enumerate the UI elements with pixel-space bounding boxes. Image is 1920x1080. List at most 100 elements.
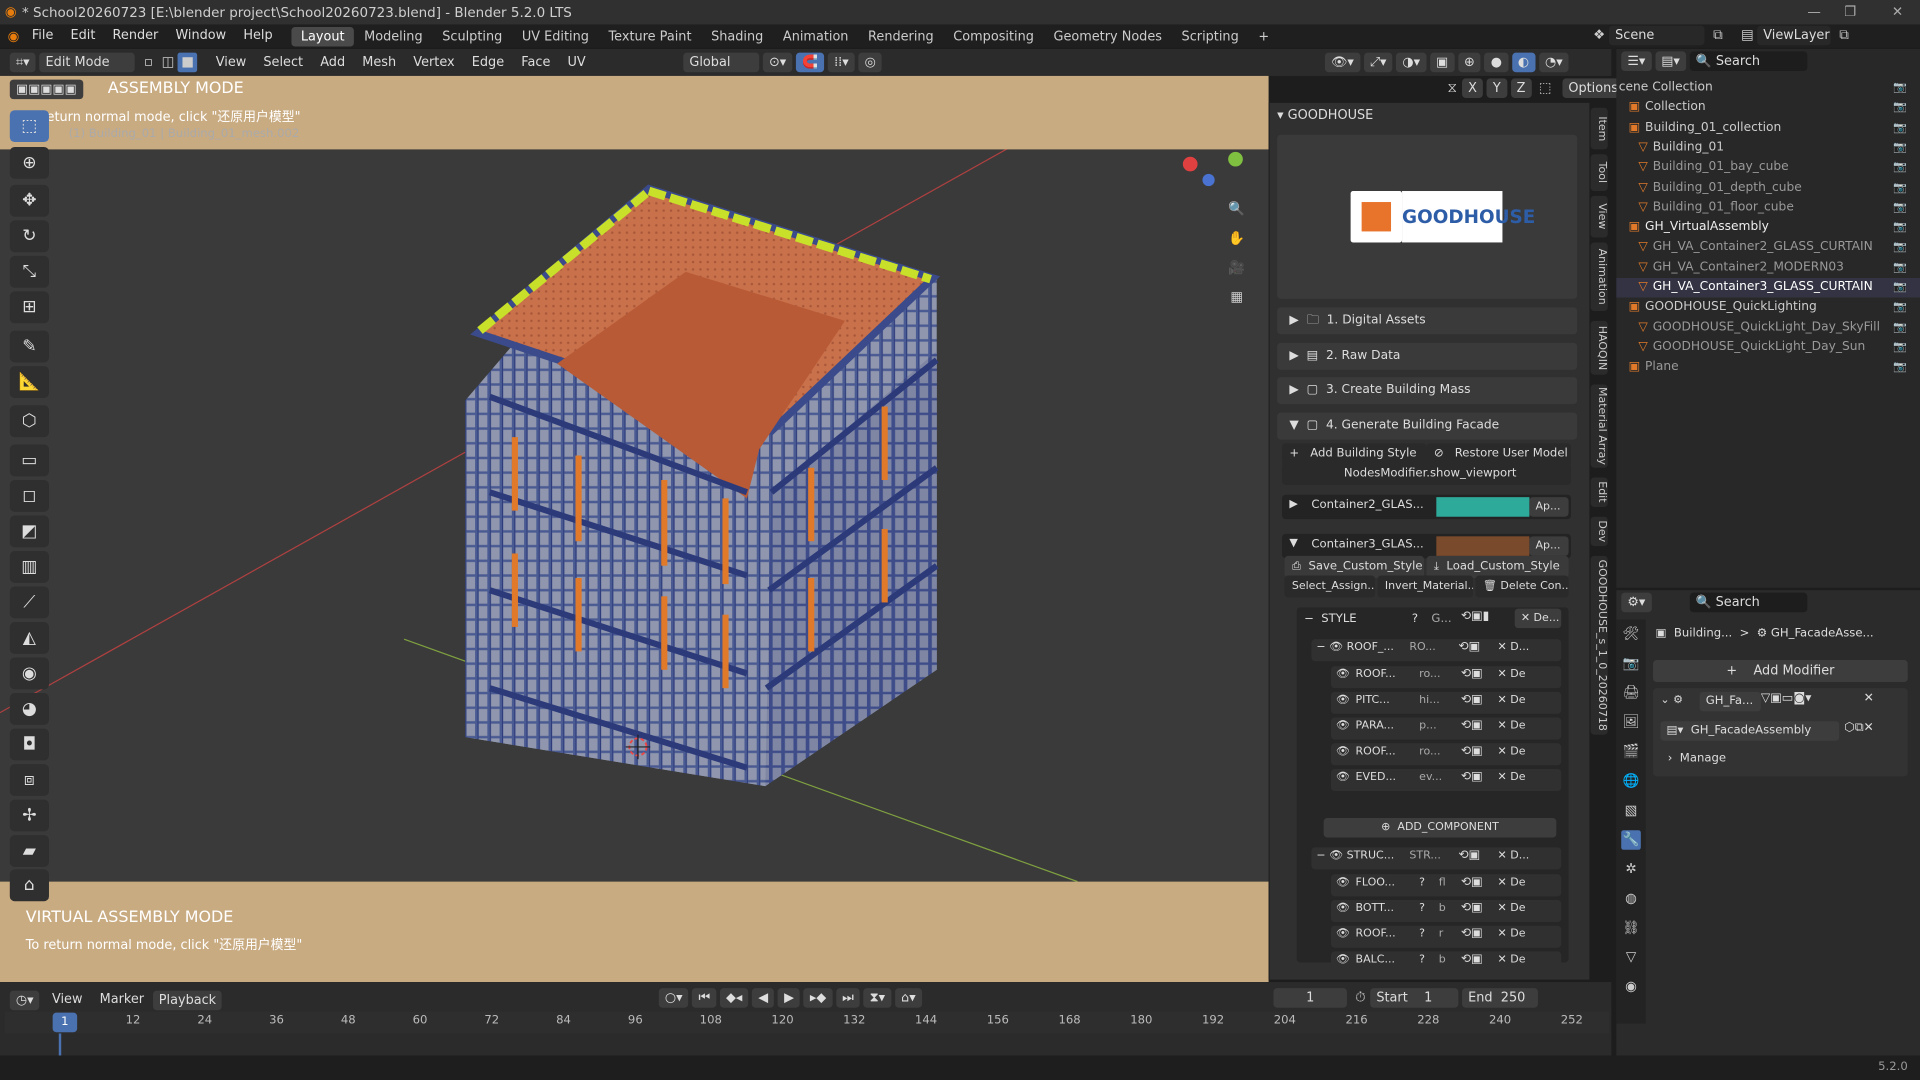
tab-rendering[interactable]: Rendering <box>858 27 943 47</box>
outliner-item[interactable]: ▽ GOODHOUSE_QuickLight_Day_Sun 📷 <box>1616 338 1920 358</box>
component-actions-icons[interactable]: ⟲▣ <box>1461 876 1483 889</box>
playback-dropdown[interactable]: Playback <box>152 990 222 1010</box>
outliner-item[interactable]: ▽ Building_01_bay_cube 📷 <box>1616 158 1920 178</box>
keyframe-next-icon[interactable]: ▸◆ <box>803 988 833 1008</box>
move-tool-icon[interactable]: ✥ <box>9 184 49 217</box>
jump-end-icon[interactable]: ⏭ <box>836 988 860 1008</box>
eye-icon[interactable]: 👁 <box>1336 720 1350 732</box>
component-actions-icons[interactable]: ⟲▣ <box>1461 693 1483 706</box>
smooth-tool-icon[interactable]: ◕ <box>9 693 49 725</box>
component-actions-icons[interactable]: ⟲▣ <box>1461 901 1483 914</box>
output-tab-icon[interactable]: 🖨 <box>1621 683 1641 703</box>
camera-visibility-icon[interactable]: 📷 <box>1893 358 1907 378</box>
camera-visibility-icon[interactable]: 📷 <box>1893 98 1907 118</box>
camera-icon[interactable]: 🎥 <box>1227 258 1247 278</box>
object-tab-icon[interactable]: ▧ <box>1621 801 1641 821</box>
invert-material-button[interactable]: Invert_Material... <box>1377 575 1474 598</box>
add-component-button[interactable]: ⊕ ADD_COMPONENT <box>1323 817 1557 838</box>
header-menu-edge[interactable]: Edge <box>463 51 513 74</box>
modifier-collapse-icon[interactable]: ⌄ ⚙ <box>1660 694 1683 706</box>
struc-component-row[interactable]: 👁 BOTT...? b ⟲▣ ✕ De <box>1331 900 1562 923</box>
minimize-icon[interactable]: — <box>1807 4 1820 20</box>
poly-build-tool-icon[interactable]: ◭ <box>9 622 49 654</box>
eye-icon[interactable]: 👁 <box>1336 694 1350 706</box>
help-icon[interactable]: ? <box>1419 954 1425 966</box>
view-layer-field[interactable]: ViewLayer <box>1757 25 1831 46</box>
container3-row[interactable]: ▼ Container3_GLAS... Ap... <box>1282 533 1572 559</box>
shading-render-icon[interactable]: ◔▾ <box>1538 52 1569 73</box>
tab-geometry-nodes[interactable]: Geometry Nodes <box>1044 27 1172 47</box>
add-modifier-button[interactable]: + Add Modifier <box>1653 660 1908 683</box>
timeline-menu-marker[interactable]: Marker <box>91 988 153 1011</box>
node-group-actions-icons[interactable]: ⬡⧉✕ <box>1844 721 1874 734</box>
particles-tab-icon[interactable]: ✲ <box>1621 860 1641 880</box>
mode-dropdown[interactable]: Edit Mode <box>39 52 135 73</box>
camera-visibility-icon[interactable]: 📷 <box>1893 258 1907 278</box>
select-assign-button[interactable]: Select_Assign... <box>1284 575 1376 598</box>
tab-layout[interactable]: Layout <box>291 26 355 47</box>
outliner-item[interactable]: ▣ GH_VirtualAssembly 📷 <box>1616 218 1920 238</box>
component-delete-button[interactable]: ✕ De <box>1498 694 1526 706</box>
roof-component-row[interactable]: 👁 PARA... p... ⟲▣ ✕ De <box>1331 717 1562 740</box>
outliner-type-button[interactable]: ☰▾ <box>1621 51 1652 72</box>
properties-type-button[interactable]: ⚙▾ <box>1621 592 1652 613</box>
record-icon[interactable]: ○▾ <box>658 988 689 1008</box>
axis-x[interactable]: X <box>1462 78 1484 98</box>
sidebar-tab[interactable]: View <box>1590 195 1608 238</box>
component-delete-button[interactable]: ✕ De <box>1498 954 1526 966</box>
spin-tool-icon[interactable]: ◉ <box>9 657 49 690</box>
3d-viewport[interactable] <box>0 75 1269 983</box>
bevel-tool-icon[interactable]: ◩ <box>9 515 49 548</box>
camera-visibility-icon[interactable]: 📷 <box>1893 198 1907 218</box>
roof-component-row[interactable]: 👁 ROOF... ro... ⟲▣ ✕ De <box>1331 743 1562 766</box>
header-menu-mesh[interactable]: Mesh <box>354 51 405 74</box>
gizmo-icon[interactable]: ⤢▾ <box>1363 52 1393 73</box>
menu-edit[interactable]: Edit <box>62 24 104 47</box>
material-tab-icon[interactable]: ◉ <box>1621 977 1641 997</box>
container2-apply-button[interactable]: Ap... <box>1529 497 1569 517</box>
component-actions-icons[interactable]: ⟲▣ <box>1461 953 1483 966</box>
sidebar-tab[interactable]: Animation <box>1590 242 1608 312</box>
component-actions-icons[interactable]: ⟲▣ <box>1461 770 1483 783</box>
shading-wire-icon[interactable]: ⊕ <box>1457 52 1481 73</box>
play-reverse-icon[interactable]: ◀ <box>752 988 775 1008</box>
delete-con-button[interactable]: 🗑 Delete Con... <box>1475 575 1569 598</box>
outliner-item[interactable]: ▽ Building_01_depth_cube 📷 <box>1616 178 1920 198</box>
vertex-select-icon[interactable]: ▫ <box>139 53 159 73</box>
eye-icon[interactable]: 👁 <box>1336 746 1350 758</box>
current-frame-field[interactable]: 1 <box>1273 988 1347 1008</box>
properties-search-input[interactable]: 🔍 Search <box>1689 592 1807 613</box>
properties-editor[interactable]: ⚙▾ 🔍 Search 🛠 📷 🖨 🖼 🎬 🌐 ▧ 🔧 ✲ ◍ ⛓ ▽ ◉ ▣ … <box>1616 590 1920 1080</box>
rip-tool-icon[interactable]: ⌂ <box>9 869 49 902</box>
shading-solid-icon[interactable]: ● <box>1484 52 1509 73</box>
end-frame-field[interactable]: End 250 <box>1462 988 1538 1008</box>
tab-texture-paint[interactable]: Texture Paint <box>599 27 702 47</box>
scene-tab-icon[interactable]: 🎬 <box>1621 742 1641 762</box>
style-label[interactable]: − STYLE <box>1304 612 1357 625</box>
header-menu-view[interactable]: View <box>207 51 255 74</box>
sidebar-tab[interactable]: Dev <box>1590 516 1608 547</box>
tab-modeling[interactable]: Modeling <box>354 27 432 47</box>
constraints-tab-icon[interactable]: ⛓ <box>1621 918 1641 938</box>
overlay-icon[interactable]: ◑▾ <box>1396 52 1427 73</box>
style-delete-button[interactable]: ✕ De... <box>1514 608 1562 629</box>
tab-animation[interactable]: Animation <box>773 27 858 47</box>
outliner-item[interactable]: ▽ GOODHOUSE_QuickLight_Day_SkyFill 📷 <box>1616 318 1920 338</box>
menu-file[interactable]: File <box>23 24 62 47</box>
frame-ruler[interactable]: 1 12 24 36 48 60 72 84 96 108 120 132 144 156 168 180 19… <box>4 1011 1609 1034</box>
scene-field[interactable]: Scene <box>1608 25 1705 46</box>
outliner-filter-button[interactable]: ▤▾ <box>1655 51 1686 72</box>
shrink-tool-icon[interactable]: ◘ <box>9 728 49 761</box>
sidebar-tab[interactable]: GOODHOUSE_s_1_0_20260718 <box>1590 555 1608 735</box>
transform-orientation-dropdown[interactable]: Global <box>683 52 760 73</box>
modifier-delete-icon[interactable]: ✕ <box>1864 692 1874 705</box>
sync-icon[interactable]: ⧗▾ <box>863 988 892 1008</box>
camera-visibility-icon[interactable]: 📷 <box>1893 338 1907 358</box>
outliner-search-input[interactable]: 🔍 Search <box>1689 51 1808 72</box>
snap-target-icon[interactable]: ⁞⁞▾ <box>827 52 855 73</box>
menu-render[interactable]: Render <box>104 24 167 47</box>
struc-component-row[interactable]: 👁 BALC...? b ⟲▣ ✕ De <box>1331 951 1562 974</box>
transform-tool-icon[interactable]: ⊞ <box>9 291 49 324</box>
camera-visibility-icon[interactable]: 📷 <box>1893 178 1907 198</box>
keying-icon[interactable]: ⌂▾ <box>894 988 922 1008</box>
